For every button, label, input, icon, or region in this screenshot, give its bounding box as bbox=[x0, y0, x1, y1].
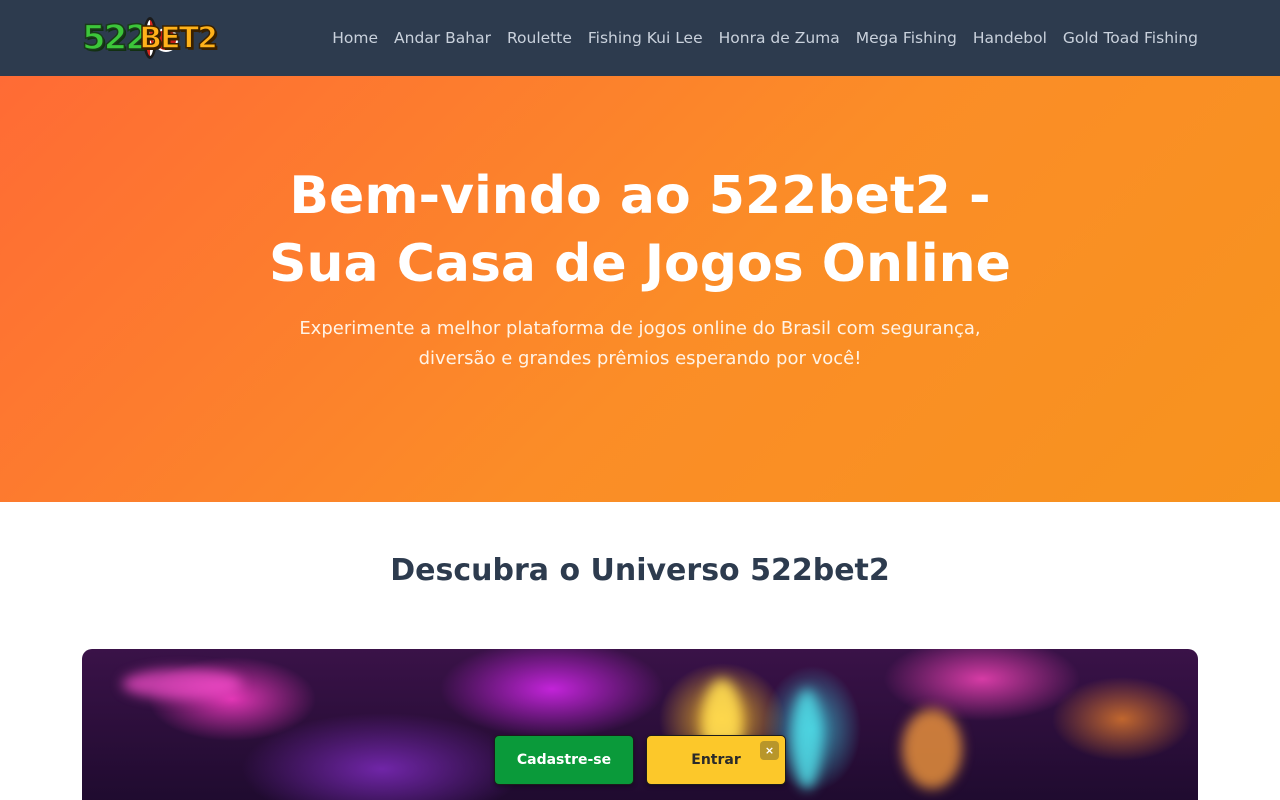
hero-section: Bem-vindo ao 522bet2 - Sua Casa de Jogos… bbox=[0, 76, 1280, 502]
close-icon[interactable]: × bbox=[760, 741, 779, 760]
hero-title-line-1: Bem-vindo ao 522bet2 - bbox=[289, 166, 991, 226]
casino-banner-image bbox=[82, 649, 1198, 800]
section-title: Descubra o Universo 522bet2 bbox=[390, 553, 890, 588]
nav-link-home[interactable]: Home bbox=[332, 29, 378, 47]
neon-light-decoration bbox=[792, 689, 822, 789]
top-navbar: 522 BET2 Home Andar Bahar Roulette Fishi… bbox=[0, 0, 1280, 76]
register-button[interactable]: Cadastre-se bbox=[494, 735, 634, 785]
neon-light-decoration bbox=[902, 709, 962, 789]
nav-link-fishing-kui-lee[interactable]: Fishing Kui Lee bbox=[588, 29, 703, 47]
nav-link-handebol[interactable]: Handebol bbox=[973, 29, 1047, 47]
nav-link-honra-de-zuma[interactable]: Honra de Zuma bbox=[719, 29, 840, 47]
nav-link-gold-toad-fishing[interactable]: Gold Toad Fishing bbox=[1063, 29, 1198, 47]
neon-light-decoration bbox=[122, 669, 242, 699]
nav-link-andar-bahar[interactable]: Andar Bahar bbox=[394, 29, 491, 47]
nav-link-roulette[interactable]: Roulette bbox=[507, 29, 572, 47]
hero-subtitle: Experimente a melhor plataforma de jogos… bbox=[299, 318, 981, 369]
hero-title: Bem-vindo ao 522bet2 - Sua Casa de Jogos… bbox=[240, 162, 1040, 298]
logo-digits: 522 bbox=[81, 17, 149, 59]
hero-title-line-2: Sua Casa de Jogos Online bbox=[269, 234, 1011, 294]
main-nav: Home Andar Bahar Roulette Fishing Kui Le… bbox=[316, 0, 1198, 76]
nav-link-mega-fishing[interactable]: Mega Fishing bbox=[856, 29, 957, 47]
site-logo[interactable]: 522 BET2 bbox=[81, 12, 219, 64]
logo-word: BET2 bbox=[139, 20, 219, 57]
